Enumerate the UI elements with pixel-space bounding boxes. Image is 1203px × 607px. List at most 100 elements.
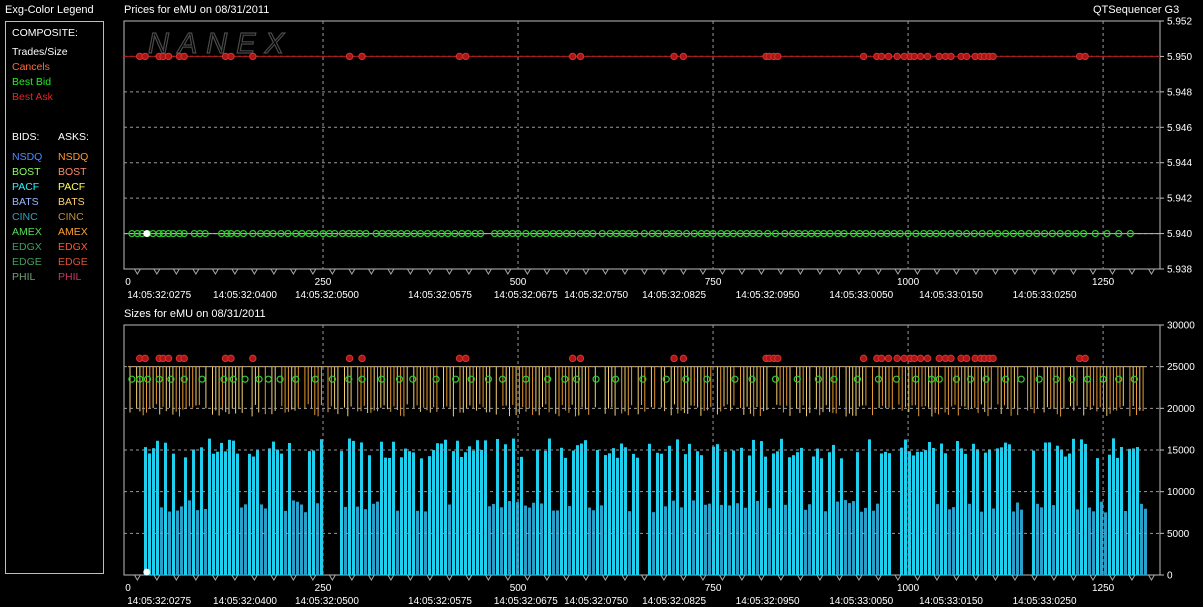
size-depth-bar <box>560 447 563 575</box>
price-time-label: 14:05:32:0575 <box>408 290 472 301</box>
ask-size-point <box>859 354 868 363</box>
size-depth-bar <box>1140 503 1143 575</box>
ask-price-point <box>884 52 893 61</box>
size-xtick-label: 500 <box>510 583 527 594</box>
price-axis-chevron <box>992 268 999 275</box>
size-depth-bar <box>232 440 235 575</box>
size-depth-bar <box>744 507 747 575</box>
size-depth-bar <box>948 509 951 575</box>
ask-size-point <box>989 354 997 363</box>
size-depth-bar <box>524 505 527 575</box>
size-depth-bar <box>352 440 355 575</box>
price-axis-chevron <box>640 268 648 275</box>
size-depth-bar <box>1064 456 1067 575</box>
size-depth-bar <box>204 508 207 575</box>
size-depth-bar <box>1084 443 1087 575</box>
size-depth-bar <box>672 500 675 575</box>
size-depth-bar <box>444 439 447 575</box>
size-depth-bar <box>1036 503 1039 575</box>
size-depth-bar <box>440 443 443 575</box>
size-depth-bar <box>784 504 787 575</box>
charts-svg: NANEX 5.9385.9405.9425.9445.9465.9485.95… <box>123 17 1195 607</box>
size-depth-bar <box>996 448 999 575</box>
size-depth-bar <box>428 456 431 575</box>
size-depth-bar <box>976 449 979 575</box>
size-axis-chevron <box>660 574 668 581</box>
price-ytick-label: 5.948 <box>1167 87 1192 98</box>
size-depth-bar <box>492 504 495 575</box>
size-depth-bar <box>972 443 975 575</box>
size-depth-bar <box>736 503 739 575</box>
price-ytick-label: 5.938 <box>1167 265 1192 276</box>
size-depth-bar <box>1136 447 1139 575</box>
size-depth-bar <box>608 453 611 575</box>
size-depth-bar <box>356 506 359 575</box>
size-time-label: 14:05:32:0400 <box>213 596 277 607</box>
size-depth-bar <box>500 507 503 575</box>
size-time-label: 14:05:32:0500 <box>295 596 359 607</box>
size-axis-chevron <box>465 574 473 581</box>
price-axis-chevron <box>679 268 687 275</box>
size-depth-bar <box>448 504 451 575</box>
price-axis-chevron <box>211 268 219 275</box>
size-depth-bar <box>1020 509 1023 575</box>
size-depth-bar <box>856 452 859 575</box>
size-depth-bar <box>764 456 767 575</box>
size-axis-chevron <box>582 574 590 581</box>
size-depth-bar <box>148 453 151 575</box>
size-ytick-label: 30000 <box>1167 321 1195 332</box>
size-axis-chevron <box>953 574 960 581</box>
size-depth-bar <box>756 500 759 575</box>
size-xtick-label: 1000 <box>897 583 920 594</box>
size-depth-bar <box>688 443 691 575</box>
size-time-label: 14:05:32:0675 <box>494 596 558 607</box>
price-time-label: 14:05:33:0050 <box>829 290 893 301</box>
size-axis-chevron <box>562 574 570 581</box>
size-depth-bar <box>772 453 775 575</box>
price-axis-chevron <box>289 268 297 275</box>
size-depth-bar <box>212 453 215 575</box>
size-depth-bar <box>584 440 587 575</box>
size-depth-bar <box>868 439 871 575</box>
size-depth-bar <box>904 439 907 575</box>
size-depth-bar <box>200 447 203 575</box>
size-depth-bar <box>956 441 959 575</box>
size-ytick-label: 20000 <box>1167 404 1195 415</box>
price-axis-chevron <box>796 268 804 275</box>
price-axis-chevron <box>133 268 141 275</box>
size-depth-bar <box>600 505 603 575</box>
size-depth-bar <box>456 440 459 575</box>
size-depth-bar <box>264 508 267 575</box>
size-depth-bar <box>992 508 995 575</box>
ask-price-point <box>568 52 577 61</box>
size-axis-chevron <box>387 574 395 581</box>
ask-size-point <box>1081 354 1089 363</box>
ask-size-point <box>893 354 901 363</box>
size-depth-bar <box>296 501 299 575</box>
ask-price-point <box>989 52 997 61</box>
size-axis-chevron <box>328 574 336 581</box>
size-depth-bar <box>720 504 723 575</box>
size-depth-bar <box>916 451 919 575</box>
size-depth-bar <box>820 458 823 575</box>
size-axis-chevron <box>289 574 297 581</box>
ask-price-point <box>962 52 971 61</box>
size-depth-bar <box>380 441 383 575</box>
size-depth-bar <box>220 442 223 575</box>
size-depth-bar <box>936 504 939 575</box>
price-time-label: 14:05:32:0950 <box>736 290 800 301</box>
size-depth-bar <box>184 457 187 575</box>
size-depth-bar <box>1060 449 1063 575</box>
size-depth-bar <box>660 453 663 575</box>
size-axis-chevron <box>777 574 785 581</box>
ask-price-point <box>916 52 925 61</box>
size-ytick-label: 15000 <box>1167 446 1195 457</box>
price-time-label: 14:05:32:0275 <box>127 290 191 301</box>
price-axis-chevron <box>328 268 336 275</box>
price-axis-chevron <box>1089 268 1097 275</box>
price-axis-chevron <box>1128 268 1136 275</box>
size-axis-chevron <box>172 574 180 581</box>
size-depth-bar <box>684 454 687 575</box>
size-depth-bar <box>964 453 967 575</box>
price-axis-chevron <box>426 268 434 275</box>
